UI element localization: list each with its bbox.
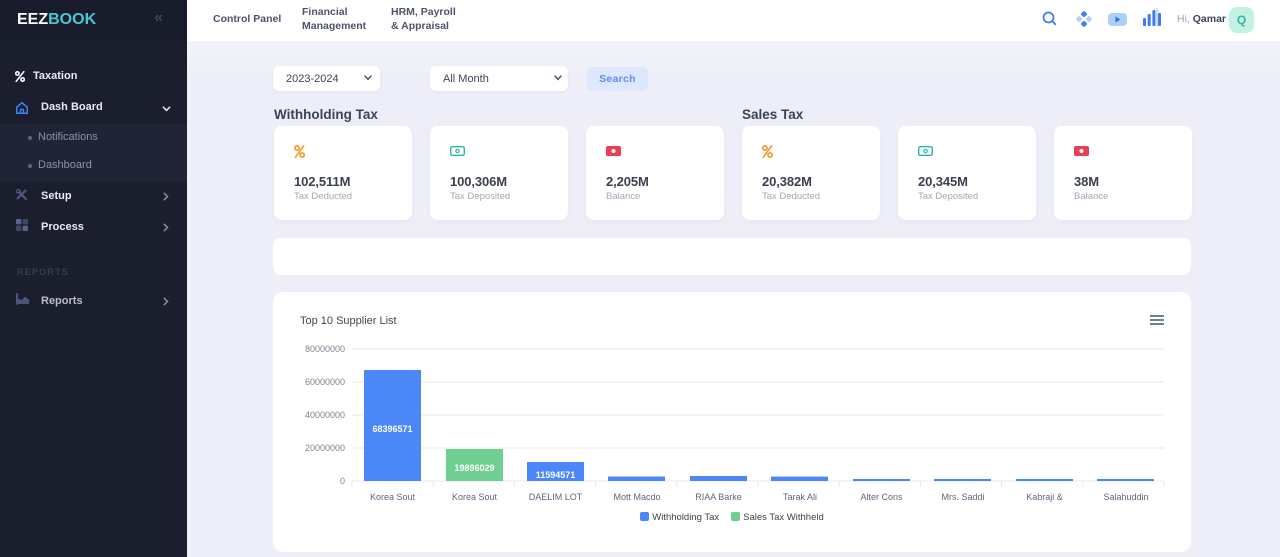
svg-text:RIAA Barke: RIAA Barke [695,492,742,502]
svg-text:68396571: 68396571 [372,424,412,434]
svg-text:Korea Sout: Korea Sout [370,492,416,502]
svg-text:40000000: 40000000 [305,410,345,420]
svg-text:19896029: 19896029 [454,463,494,473]
svg-text:Tarak Ali: Tarak Ali [783,492,817,502]
svg-text:DAELIM LOT: DAELIM LOT [529,492,583,502]
svg-text:0: 0 [340,476,345,486]
svg-text:11594571: 11594571 [536,470,576,480]
svg-text:Salahuddin: Salahuddin [1103,492,1148,502]
svg-text:20000000: 20000000 [305,443,345,453]
svg-text:Mrs. Saddi: Mrs. Saddi [941,492,984,502]
svg-text:Mott Macdo: Mott Macdo [613,492,660,502]
svg-text:Kabraji &: Kabraji & [1026,492,1063,502]
svg-text:Alter Cons: Alter Cons [860,492,903,502]
svg-text:80000000: 80000000 [305,344,345,354]
svg-text:Korea Sout: Korea Sout [452,492,498,502]
svg-text:60000000: 60000000 [305,377,345,387]
